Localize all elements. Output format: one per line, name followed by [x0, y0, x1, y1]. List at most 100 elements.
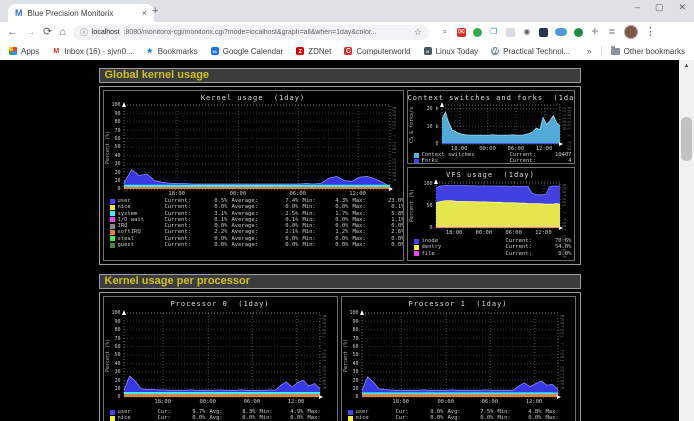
graph-processor1[interactable]: Processor 1 (1day)Percent (%)RRDTOOL / T… [341, 296, 576, 421]
legend-value-label: Max: [353, 242, 366, 248]
star-icon: ★ [146, 47, 154, 55]
bookmark-gmail[interactable]: M Inbox (16) - sjvn0... [52, 47, 132, 56]
legend-value-number: 0.0% [528, 415, 541, 421]
tab-list-icon[interactable]: ≣ [607, 27, 617, 37]
legend-value: Current:0.0% [165, 242, 228, 248]
linuxtoday-icon: lt [424, 47, 432, 55]
new-tab-button[interactable]: + [152, 5, 158, 17]
browser-tab[interactable]: M Blue Precision Monitorix × [8, 4, 154, 22]
puzzle-extensions-icon[interactable]: ✛ [590, 27, 600, 37]
forward-icon[interactable]: → [25, 22, 36, 42]
graph-context-switches[interactable]: Context switches and forks (1day)CS & fo… [407, 90, 575, 164]
menu-icon[interactable]: ⋮ [645, 22, 656, 42]
bookmarks-bar: Apps M Inbox (16) - sjvn0... ★Bookmarks 31Go… [0, 42, 694, 60]
legend-value-label: Average: [232, 242, 259, 248]
legend-swatch [414, 153, 419, 158]
section-title-kernel-usage-per-processor: Kernel usage per processor [99, 274, 581, 289]
legend-value-number: 0.0% [242, 415, 255, 421]
reload-icon[interactable]: ⟳ [43, 22, 52, 42]
graph-kernel-usage[interactable]: Kernel usage (1day)Percent (%)RRDTOOL / … [103, 90, 404, 261]
profile-avatar[interactable] [624, 25, 638, 39]
graph-legend: userCur:9.7%Avg:8.3%Min:4.9%Max:22.5%nic… [110, 409, 335, 421]
scrollbar[interactable]: ▲ [679, 60, 694, 421]
legend-row-nice: niceCur:0.0%Avg:0.0%Min:0.0%Max:0.1% [348, 415, 573, 421]
bookmark-label: Practical Technol... [503, 47, 570, 56]
legend-series-name: Forks [422, 158, 510, 164]
legend-swatch [110, 217, 115, 222]
legend-value-number: 0.0% [480, 415, 493, 421]
graph-legend: inodeCurrent:70.6%dentryCurrent:54.0%fil… [414, 238, 572, 257]
legend-swatch [348, 416, 353, 421]
bookmark-label: Inbox (16) - sjvn0... [64, 47, 132, 56]
back-icon[interactable]: ← [7, 22, 18, 42]
green-circle-extension-icon[interactable] [574, 28, 583, 37]
home-icon[interactable]: ⌂ [59, 22, 66, 42]
eye-extension-icon[interactable]: ◉ [522, 27, 532, 37]
legend-row-forks: ForksCurrent: 4 [414, 158, 572, 164]
bookmark-wordpress[interactable]: W Practical Technol... [491, 47, 570, 56]
mail-extension-icon[interactable]: ✉ [457, 28, 466, 37]
graph-processor0[interactable]: Processor 0 (1day)Percent (%)RRDTOOL / T… [103, 296, 338, 421]
search-extension-icon[interactable]: ⌕ [440, 27, 450, 37]
other-bookmarks-label: Other bookmarks [624, 47, 685, 56]
tab-strip: M Blue Precision Monitorix × + – ▢ ✕ [0, 0, 694, 22]
bookmark-computerworld[interactable]: CComputerworld [344, 47, 410, 56]
page-info-icon[interactable]: ⓘ [80, 27, 88, 38]
folder-icon [611, 48, 620, 55]
legend-value-label: Current: [506, 251, 533, 257]
legend-series-name: guest [118, 242, 165, 248]
bookmark-star[interactable]: ★Bookmarks [146, 47, 198, 56]
legend-row-file: fileCurrent:0.0% [414, 251, 572, 257]
legend-series-name: nice [118, 415, 158, 421]
legend-value-number: 4 [568, 158, 571, 164]
bookmark-label: ZDNet [308, 47, 331, 56]
legend-swatch [414, 239, 419, 244]
address-bar[interactable]: ⓘ localhost:8080/monitorix-cgi/monitorix… [73, 25, 429, 40]
scrollbar-thumb[interactable] [681, 117, 692, 161]
pages-extension-icon[interactable]: ❐ [489, 27, 499, 37]
legend-series-name: nice [356, 415, 396, 421]
legend-swatch [414, 251, 419, 256]
graph-legend: userCurrent:0.5%Average:7.4%Min:4.3%Max:… [110, 198, 401, 248]
legend-value-label: Avg: [210, 415, 223, 421]
url-host: localhost [92, 29, 120, 36]
bookmark-label: Google Calendar [223, 47, 283, 56]
legend-value: Avg: 0.0% [210, 415, 256, 421]
globe-extension-icon[interactable] [473, 28, 482, 37]
graph-legend: userCur:9.0%Avg:7.5%Min:4.8%Max:22.1%nic… [348, 409, 573, 421]
bookmark-star-icon[interactable]: ☆ [414, 27, 422, 38]
legend-value: Current: 0.0% [506, 251, 572, 257]
graph-vfs-usage[interactable]: VFS usage (1day)Percent (%)RRDTOOL / TOB… [407, 167, 575, 261]
section-kernel-usage-per-processor: Kernel usage per processor Processor 0 (… [99, 274, 581, 421]
legend-swatch [110, 243, 115, 248]
close-button[interactable]: ✕ [678, 2, 686, 13]
maximize-button[interactable]: ▢ [655, 2, 664, 13]
grey-square-extension-icon[interactable] [506, 28, 515, 37]
legend-swatch [110, 410, 115, 415]
bookmark-zdnet[interactable]: zZDNet [296, 47, 331, 56]
bookmark-calendar[interactable]: 31Google Calendar [211, 47, 283, 56]
legend-swatch [110, 199, 115, 204]
legend-value-label: Current: [165, 242, 192, 248]
tab-close-icon[interactable]: × [142, 8, 147, 18]
page-content: Global kernel usage Kernel usage (1day)P… [0, 60, 694, 421]
bookmarks-overflow-chevron[interactable]: » [587, 46, 592, 56]
dark-square-extension-icon[interactable] [539, 28, 548, 37]
other-bookmarks-button[interactable]: Other bookmarks [611, 47, 685, 56]
legend-value: Average:0.0% [232, 242, 299, 248]
bookmark-label: Computerworld [356, 47, 410, 56]
minimize-button[interactable]: – [635, 2, 640, 13]
legend-value: Avg:0.0% [448, 415, 494, 421]
scrollbar-up-arrow[interactable]: ▲ [679, 60, 694, 72]
blue-oval-extension-icon[interactable] [555, 28, 567, 36]
legend-row-guest: guestCurrent:0.0%Average:0.0%Min:0.0%Max… [110, 242, 401, 248]
bookmark-linuxtoday[interactable]: ltLinux Today [424, 47, 479, 56]
legend-swatch [110, 416, 115, 421]
legend-value-number: 0.0% [558, 251, 571, 257]
legend-value: Max:0.1% [546, 415, 576, 421]
gmail-icon: M [52, 47, 60, 55]
bookmark-apps-grid[interactable]: Apps [9, 47, 39, 56]
wordpress-icon: W [491, 47, 499, 55]
legend-value-label: Max: [308, 415, 321, 421]
legend-value-label: Current: [510, 158, 537, 164]
